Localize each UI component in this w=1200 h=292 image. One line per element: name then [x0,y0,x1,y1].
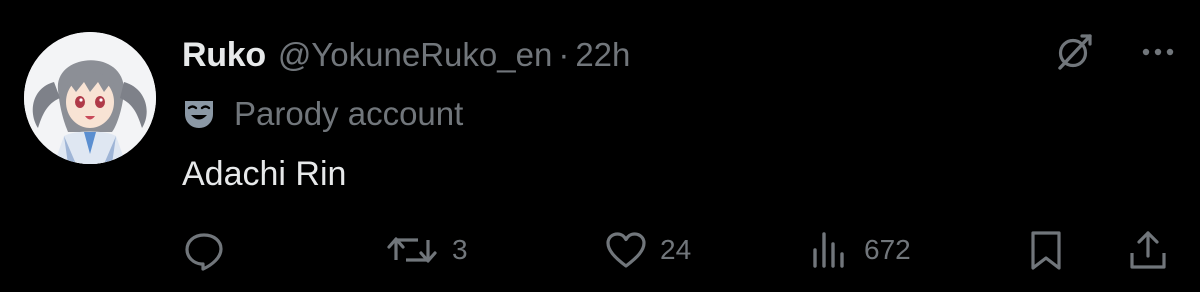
tweet[interactable]: Ruko @YokuneRuko_en · 22h Parody account… [0,0,1200,292]
parody-account-label: Parody account [234,95,464,132]
share-button[interactable] [1126,222,1170,278]
tweet-action-bar: 3 24 672 [0,222,1200,278]
view-count: 672 [864,234,911,265]
like-count: 24 [660,234,692,265]
user-handle[interactable]: @YokuneRuko_en [278,36,553,74]
repost-button[interactable]: 3 [384,222,468,278]
tweet-top-actions [1052,30,1180,74]
display-name[interactable]: Ruko [182,36,266,75]
avatar-image [24,32,156,164]
parody-label-row: Parody account [182,90,463,138]
more-icon[interactable] [1136,30,1180,74]
tweet-text: Adachi Rin [182,155,347,193]
timestamp[interactable]: 22h [575,36,630,74]
like-icon [606,232,646,268]
tweet-header: Ruko @YokuneRuko_en · 22h [182,30,630,80]
separator-dot: · [558,36,570,73]
like-button[interactable]: 24 [604,222,691,278]
bookmark-icon [1031,231,1061,270]
views-icon [813,232,844,268]
bookmark-button[interactable] [1024,222,1068,278]
reply-icon [185,233,223,271]
reply-button[interactable] [182,222,238,278]
views-button[interactable]: 672 [808,222,911,278]
avatar[interactable] [24,32,156,164]
grok-icon[interactable] [1052,30,1096,74]
share-icon [1130,231,1166,269]
repost-count: 3 [452,234,468,265]
parody-mask-icon [185,101,213,128]
repost-icon [387,237,437,263]
